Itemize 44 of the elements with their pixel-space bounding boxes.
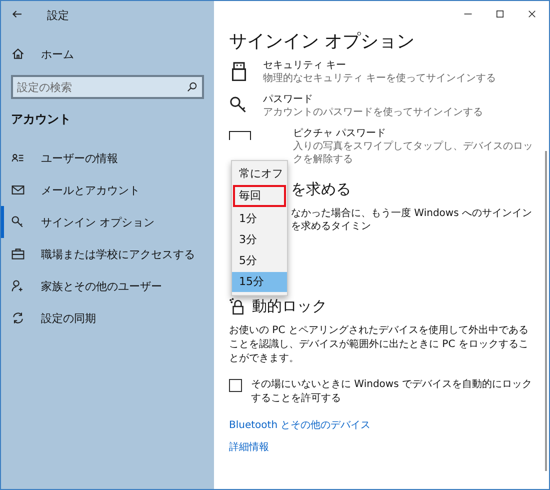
description-text: お使いの PC とペアリングされたデバイスを使用して外出中であることを認識し、デバイスが範囲外に出たときに PC をロックすることができます。 — [229, 324, 530, 366]
home-icon — [11, 47, 25, 61]
sync-icon — [11, 311, 25, 325]
sidebar-item[interactable]: 職場または学校にアクセスする — [1, 238, 214, 270]
checkbox[interactable] — [229, 379, 242, 392]
sidebar-item[interactable]: 家族とその他のユーザー — [1, 270, 214, 302]
scrollbar[interactable] — [545, 151, 547, 471]
window-title: 設定 — [47, 8, 69, 22]
option-title: パスワード — [263, 93, 314, 106]
page-title: サインイン オプション — [229, 30, 416, 53]
menu-item[interactable]: 毎回 — [234, 186, 285, 206]
search-icon[interactable] — [186, 81, 198, 93]
section-description: なかった場合に、もう一度 Windows へのサインインを求めるタイミン — [291, 207, 533, 233]
section-heading: 動的ロック — [252, 297, 327, 316]
maximize-icon[interactable] — [495, 9, 505, 19]
section-heading: アカウント — [10, 111, 72, 128]
search-field[interactable]: 設定の検索 — [11, 75, 204, 99]
section-heading: を求める — [291, 180, 352, 199]
sidebar-item[interactable]: ユーザーの情報 — [1, 142, 214, 174]
link[interactable]: 詳細情報 — [229, 440, 269, 454]
menu-item[interactable]: 5分 — [232, 251, 287, 271]
option-description: 入りの写真をスワイプしてタップし、デバイスのロックを解除する — [293, 140, 534, 166]
mail-icon — [11, 183, 25, 197]
menu-item[interactable]: 3分 — [232, 230, 287, 250]
option-title: ピクチャ パスワード — [293, 127, 388, 140]
briefcase-icon — [11, 247, 25, 261]
link[interactable]: Bluetooth とその他のデバイス — [229, 418, 371, 432]
home-nav-item[interactable]: ホーム — [1, 38, 214, 70]
menu-item[interactable]: 1分 — [232, 209, 287, 229]
option-title: セキュリティ キー — [263, 59, 348, 72]
usb-key-icon — [229, 61, 249, 81]
sidebar-item[interactable]: メールとアカウント — [1, 174, 214, 206]
person-add-icon — [11, 279, 25, 293]
lock-icon — [229, 298, 246, 315]
picture-frame-icon — [229, 131, 251, 140]
close-icon[interactable] — [527, 9, 537, 19]
option-description: アカウントのパスワードを使ってサインインする — [263, 106, 483, 119]
sidebar-item[interactable]: サインイン オプション — [1, 206, 214, 238]
menu-item[interactable]: 15分 — [232, 272, 287, 292]
option-description: 物理的なセキュリティ キーを使ってサインインする — [263, 72, 496, 85]
menu-item[interactable]: 常にオフ — [232, 164, 287, 184]
checkbox-label: その場にいないときに Windows でデバイスを自動的にロックすることを許可する — [251, 378, 533, 406]
sidebar-item[interactable]: 設定の同期 — [1, 302, 214, 334]
key-icon — [11, 215, 25, 229]
